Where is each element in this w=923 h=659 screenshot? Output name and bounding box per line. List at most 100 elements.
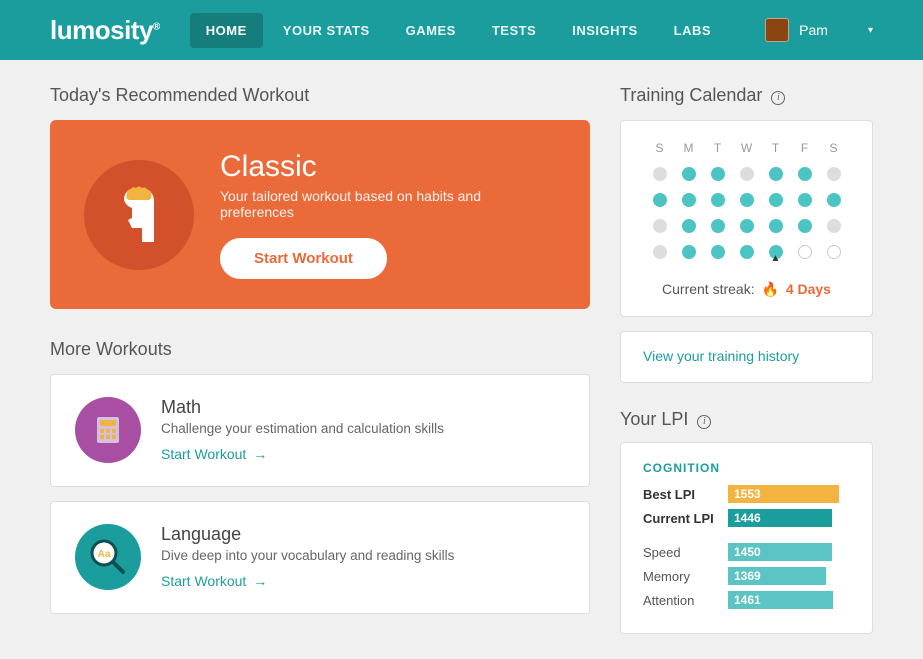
day-header: S: [829, 141, 837, 155]
day-header: T: [772, 141, 779, 155]
calendar-day: ▲: [769, 245, 783, 259]
arrow-right-icon: →: [253, 573, 267, 589]
nav-item-games[interactable]: GAMES: [390, 13, 472, 48]
workout-desc: Dive deep into your vocabulary and readi…: [161, 548, 454, 563]
more-workouts-heading: More Workouts: [50, 339, 590, 360]
start-workout-link[interactable]: Start Workout →: [161, 446, 267, 462]
start-workout-button[interactable]: Start Workout: [220, 238, 387, 279]
day-header: W: [741, 141, 752, 155]
calendar-dot-done: [711, 245, 725, 259]
calendar-day: [653, 245, 667, 259]
calendar-dot-missed: [653, 167, 667, 181]
lpi-bar: 1369: [728, 567, 850, 585]
svg-text:Aa: Aa: [98, 549, 111, 560]
workout-title: Classic: [220, 150, 556, 184]
lpi-row-attention: Attention 1461: [643, 591, 850, 609]
history-link-card: View your training history: [620, 331, 873, 383]
calendar-dot-done: [711, 167, 725, 181]
workout-title: Language: [161, 524, 454, 545]
calendar-day: [740, 193, 754, 207]
info-icon[interactable]: i: [697, 415, 711, 429]
lpi-row-current-lpi: Current LPI 1446: [643, 509, 850, 527]
lpi-value: 1461: [728, 591, 833, 609]
calendar-day: [769, 193, 783, 207]
lpi-bar: 1461: [728, 591, 850, 609]
logo[interactable]: lumosity®: [50, 15, 160, 46]
calendar-day: [653, 219, 667, 233]
calendar-day: [653, 167, 667, 181]
calendar-heading: Training Calendar i: [620, 85, 873, 106]
calendar-day: [827, 167, 841, 181]
lpi-name: Speed: [643, 545, 718, 560]
calendar-dot-done: [769, 219, 783, 233]
lpi-group-label: COGNITION: [643, 461, 850, 475]
lpi-name: Best LPI: [643, 487, 718, 502]
calendar-day: [740, 167, 754, 181]
calendar-card: S M T W T F S ▲ Current streak: 🔥 4 Days: [620, 120, 873, 317]
day-header: M: [684, 141, 694, 155]
nav-item-tests[interactable]: TESTS: [476, 13, 552, 48]
calendar-dot-done: [740, 245, 754, 259]
lpi-bar: 1450: [728, 543, 850, 561]
magnifier-icon: Aa: [75, 524, 141, 590]
day-header: F: [801, 141, 808, 155]
flame-icon: 🔥: [762, 281, 779, 297]
calendar-day: [827, 219, 841, 233]
calendar-dot-missed: [740, 167, 754, 181]
calendar-day: [682, 193, 696, 207]
calendar-day: [798, 245, 812, 259]
lpi-value: 1369: [728, 567, 826, 585]
lpi-name: Current LPI: [643, 511, 718, 526]
calendar-dot-done: [682, 219, 696, 233]
lpi-card: COGNITION Best LPI 1553 Current LPI 1446 Spe…: [620, 442, 873, 634]
start-workout-link[interactable]: Start Workout →: [161, 573, 267, 589]
view-history-link[interactable]: View your training history: [643, 348, 799, 364]
nav-item-home[interactable]: HOME: [190, 13, 263, 48]
lpi-value: 1446: [728, 509, 832, 527]
calendar-dot-done: [682, 245, 696, 259]
calendar-day: [682, 245, 696, 259]
calendar-day: [740, 245, 754, 259]
lpi-row-speed: Speed 1450: [643, 543, 850, 561]
calendar-dot-done: [798, 167, 812, 181]
lpi-row-memory: Memory 1369: [643, 567, 850, 585]
nav-item-your-stats[interactable]: YOUR STATS: [267, 13, 386, 48]
calendar-day: [798, 219, 812, 233]
calendar-dot-missed: [827, 219, 841, 233]
calendar-day: [682, 219, 696, 233]
day-header: S: [655, 141, 663, 155]
calendar-day: [740, 219, 754, 233]
nav-item-labs[interactable]: LABS: [658, 13, 727, 48]
top-nav: lumosity® HOMEYOUR STATSGAMESTESTSINSIGH…: [0, 0, 923, 60]
lpi-name: Attention: [643, 593, 718, 608]
calendar-day: [653, 193, 667, 207]
streak-text: Current streak: 🔥 4 Days: [645, 273, 848, 302]
calendar-day: [711, 245, 725, 259]
lpi-bar: 1446: [728, 509, 850, 527]
arrow-right-icon: →: [253, 446, 267, 462]
day-header: T: [714, 141, 721, 155]
calendar-day: [798, 193, 812, 207]
calendar-day: [769, 167, 783, 181]
lpi-name: Memory: [643, 569, 718, 584]
calendar-day: [711, 167, 725, 181]
user-menu[interactable]: Pam ▾: [765, 18, 873, 42]
nav-item-insights[interactable]: INSIGHTS: [556, 13, 653, 48]
calendar-dot-done: [682, 193, 696, 207]
calendar-dot-done: [682, 167, 696, 181]
calendar-dot-done: [798, 219, 812, 233]
calendar-dot-future: [798, 245, 812, 259]
info-icon[interactable]: i: [771, 91, 785, 105]
calendar-dot-missed: [653, 245, 667, 259]
calendar-dot-missed: [827, 167, 841, 181]
calendar-day: [769, 219, 783, 233]
lpi-bar: 1553: [728, 485, 850, 503]
calculator-icon: [75, 397, 141, 463]
calendar-dot-done: [711, 193, 725, 207]
calendar-day: [682, 167, 696, 181]
calendar-day: [711, 219, 725, 233]
calendar-dot-missed: [653, 219, 667, 233]
calendar-dot-done: [769, 167, 783, 181]
calendar-dot-done: [711, 219, 725, 233]
calendar-dot-future: [827, 245, 841, 259]
